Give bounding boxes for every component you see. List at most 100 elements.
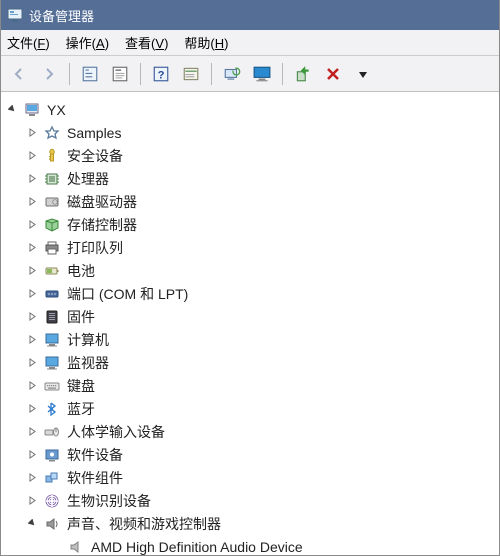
tree-device-amd-hd-audio[interactable]: AMD High Definition Audio Device <box>5 535 497 556</box>
hid-icon <box>43 423 61 441</box>
tree-category-label: 打印队列 <box>67 238 123 258</box>
toolbar-back-button <box>5 60 33 88</box>
toolbar-forward-button <box>35 60 63 88</box>
security-icon <box>43 147 61 165</box>
tree-category-sound[interactable]: 声音、视频和游戏控制器 <box>5 512 497 535</box>
print-icon <box>43 239 61 257</box>
expand-toggle-icon[interactable] <box>25 517 39 531</box>
computer-icon <box>23 101 41 119</box>
tree-category-print[interactable]: 打印队列 <box>5 236 497 259</box>
toolbar-separator <box>140 63 141 85</box>
battery-icon <box>43 262 61 280</box>
expand-toggle-icon[interactable] <box>25 356 39 370</box>
tree-category-hid[interactable]: 人体学输入设备 <box>5 420 497 443</box>
tree-root[interactable]: YX <box>5 98 497 121</box>
menu-file[interactable]: 文件(F) <box>7 33 50 52</box>
speaker-icon <box>67 538 85 556</box>
expand-toggle-icon[interactable] <box>25 494 39 508</box>
expand-toggle-icon[interactable] <box>25 379 39 393</box>
disk-icon <box>43 193 61 211</box>
menu-action[interactable]: 操作(A) <box>66 33 109 52</box>
toolbar-properties-button[interactable] <box>106 60 134 88</box>
tree-category-firmware[interactable]: 固件 <box>5 305 497 328</box>
tree-category-label: 键盘 <box>67 376 95 396</box>
softcomp-icon <box>43 469 61 487</box>
toolbar <box>1 56 499 92</box>
tree-category-computer[interactable]: 计算机 <box>5 328 497 351</box>
tree-category-softcomp[interactable]: 软件组件 <box>5 466 497 489</box>
tree-category-label: 处理器 <box>67 169 109 189</box>
tree-category-label: 磁盘驱动器 <box>67 192 137 212</box>
storage-icon <box>43 216 61 234</box>
expand-toggle-icon[interactable] <box>25 425 39 439</box>
tree-category-label: 蓝牙 <box>67 399 95 419</box>
tree-category-cpu[interactable]: 处理器 <box>5 167 497 190</box>
tree-category-label: 软件组件 <box>67 468 123 488</box>
tree-category-keyboard[interactable]: 键盘 <box>5 374 497 397</box>
firmware-icon <box>43 308 61 326</box>
expand-toggle-icon[interactable] <box>25 241 39 255</box>
tree-root-label: YX <box>47 102 66 118</box>
tree-category-label: 端口 (COM 和 LPT) <box>67 284 188 304</box>
toolbar-disable-button[interactable] <box>319 60 347 88</box>
tree-category-label: 人体学输入设备 <box>67 422 165 442</box>
expand-toggle-icon[interactable] <box>5 103 19 117</box>
ports-icon <box>43 285 61 303</box>
menu-help[interactable]: 帮助(H) <box>184 33 228 52</box>
expand-toggle-icon[interactable] <box>25 471 39 485</box>
tree-category-samples[interactable]: Samples <box>5 121 497 144</box>
toolbar-scan-button[interactable] <box>218 60 246 88</box>
tree-category-label: 电池 <box>67 261 95 281</box>
tree-category-label: 存储控制器 <box>67 215 137 235</box>
monitor-icon <box>43 354 61 372</box>
expand-toggle-icon[interactable] <box>25 333 39 347</box>
biometric-icon <box>43 492 61 510</box>
tree-category-label: 安全设备 <box>67 146 123 166</box>
toolbar-actions-button[interactable] <box>177 60 205 88</box>
tree-category-biometric[interactable]: 生物识别设备 <box>5 489 497 512</box>
expand-toggle-icon[interactable] <box>25 218 39 232</box>
tree-category-label: 生物识别设备 <box>67 491 151 511</box>
expand-toggle-icon[interactable] <box>25 126 39 140</box>
tree-category-label: 固件 <box>67 307 95 327</box>
toolbar-separator <box>69 63 70 85</box>
expand-toggle-icon[interactable] <box>25 195 39 209</box>
tree-category-monitor[interactable]: 监视器 <box>5 351 497 374</box>
toolbar-add-legacy-button[interactable] <box>349 60 377 88</box>
tree-category-label: 声音、视频和游戏控制器 <box>67 514 221 534</box>
device-tree[interactable]: YX Samples 安全设备处理器磁盘驱动器存储控制器打印队列电池端口 (COM… <box>1 92 499 556</box>
tree-category-security[interactable]: 安全设备 <box>5 144 497 167</box>
expand-toggle-icon[interactable] <box>25 149 39 163</box>
tree-device-label: AMD High Definition Audio Device <box>91 539 303 555</box>
samples-icon <box>43 124 61 142</box>
tree-category-storage[interactable]: 存储控制器 <box>5 213 497 236</box>
tree-category-softdev[interactable]: 软件设备 <box>5 443 497 466</box>
tree-category-label: Samples <box>67 125 121 141</box>
toolbar-tree-toggle-button[interactable] <box>76 60 104 88</box>
expand-toggle-icon[interactable] <box>25 287 39 301</box>
tree-category-label: 监视器 <box>67 353 109 373</box>
tree-category-bluetooth[interactable]: 蓝牙 <box>5 397 497 420</box>
tree-category-label: 计算机 <box>67 330 109 350</box>
toolbar-uninstall-button[interactable] <box>289 60 317 88</box>
titlebar: 设备管理器 <box>1 0 499 30</box>
toolbar-help-button[interactable] <box>147 60 175 88</box>
keyboard-icon <box>43 377 61 395</box>
expand-toggle-icon[interactable] <box>25 172 39 186</box>
tree-category-ports[interactable]: 端口 (COM 和 LPT) <box>5 282 497 305</box>
expand-toggle-icon[interactable] <box>25 264 39 278</box>
bluetooth-icon <box>43 400 61 418</box>
expand-toggle-icon[interactable] <box>25 448 39 462</box>
expand-toggle-icon[interactable] <box>25 310 39 324</box>
toolbar-separator <box>211 63 212 85</box>
menu-view[interactable]: 查看(V) <box>125 33 168 52</box>
window-title: 设备管理器 <box>29 6 94 25</box>
expand-toggle-icon[interactable] <box>25 402 39 416</box>
toolbar-separator <box>282 63 283 85</box>
tree-category-disk[interactable]: 磁盘驱动器 <box>5 190 497 213</box>
computer-icon <box>43 331 61 349</box>
cpu-icon <box>43 170 61 188</box>
toolbar-update-driver-button[interactable] <box>248 60 276 88</box>
tree-category-battery[interactable]: 电池 <box>5 259 497 282</box>
app-icon <box>7 7 23 23</box>
